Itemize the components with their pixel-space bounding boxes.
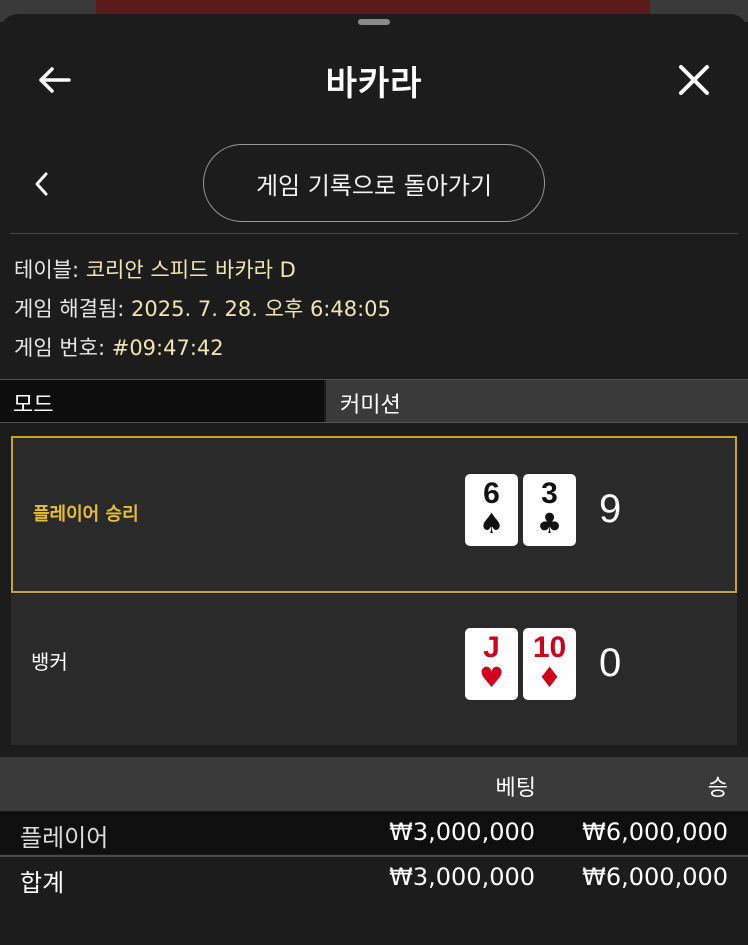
table-value: 코리안 스피드 바카라 D: [85, 258, 296, 282]
resolved-value: 2025. 7. 28. 오후 6:48:05: [131, 297, 391, 321]
game-number-value: #09:47:42: [111, 336, 224, 360]
table-row: 플레이어 ₩3,000,000 ₩6,000,000: [0, 812, 748, 854]
player-card-1: 6 ♠: [465, 474, 518, 546]
total-bet: ₩3,000,000: [389, 863, 535, 891]
bets-table-header: 베팅 승: [0, 757, 748, 811]
back-to-history-button[interactable]: 게임 기록으로 돌아가기: [203, 144, 545, 222]
banker-card-1: J ♥: [465, 628, 518, 700]
banker-card-2: 10 ♦: [523, 628, 576, 700]
win-column-header: 승: [707, 776, 728, 801]
card-rank: J: [483, 631, 500, 664]
row-bet: ₩3,000,000: [389, 818, 535, 846]
row-name: 플레이어: [20, 824, 109, 852]
total-row: 합계 ₩3,000,000 ₩6,000,000: [0, 855, 748, 897]
club-icon: ♣: [536, 507, 563, 540]
resolved-info: 게임 해결됨: 2025. 7. 28. 오후 6:48:05: [14, 293, 391, 323]
diamond-icon: ♦: [536, 661, 563, 694]
chevron-left-icon: [35, 172, 48, 196]
mode-value: 커미션: [326, 380, 748, 422]
game-number-info: 게임 번호: #09:47:42: [14, 332, 224, 362]
history-back-button[interactable]: [24, 164, 58, 204]
row-win: ₩6,000,000: [582, 818, 728, 846]
banker-hand: 뱅커 J ♥ 10 ♦ 0: [11, 594, 737, 745]
game-number-label: 게임 번호:: [14, 336, 106, 360]
card-rank: 6: [483, 477, 500, 510]
mode-row: 모드 커미션: [0, 379, 748, 423]
bet-column-header: 베팅: [495, 776, 536, 801]
sheet-drag-handle[interactable]: [358, 19, 390, 25]
total-name: 합계: [20, 869, 65, 897]
divider: [10, 233, 738, 234]
table-info: 테이블: 코리안 스피드 바카라 D: [14, 254, 296, 284]
player-hand-label: 플레이어 승리: [33, 504, 139, 525]
mode-label: 모드: [0, 380, 324, 422]
close-button[interactable]: [672, 58, 716, 102]
close-icon: [679, 65, 709, 95]
resolved-label: 게임 해결됨:: [14, 297, 125, 321]
player-card-2: 3 ♣: [523, 474, 576, 546]
table-label: 테이블:: [14, 258, 80, 282]
spade-icon: ♠: [478, 507, 505, 540]
heart-icon: ♥: [478, 661, 505, 694]
banker-hand-label: 뱅커: [31, 650, 68, 674]
player-hand: 플레이어 승리 6 ♠ 3 ♣ 9: [11, 436, 737, 593]
card-rank: 10: [532, 631, 567, 664]
page-title: 바카라: [325, 64, 423, 104]
player-score: 9: [599, 487, 622, 531]
banker-score: 0: [599, 641, 622, 685]
card-rank: 3: [541, 477, 558, 510]
total-win: ₩6,000,000: [582, 863, 728, 891]
